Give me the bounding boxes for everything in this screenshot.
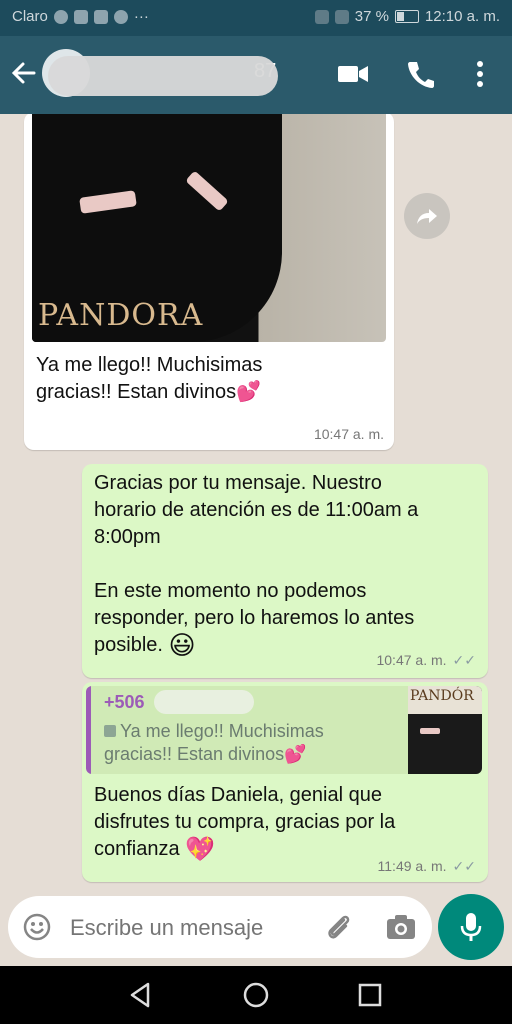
message-text: Gracias por tu mensaje. Nuestro horario … [94,470,418,659]
more-notifications-icon: ··· [133,8,149,25]
message-line: responder, pero lo haremos lo antes [94,607,415,629]
message-composer [8,896,432,958]
arrow-left-icon[interactable] [10,58,38,88]
more-vert-icon[interactable] [466,58,494,90]
message-photo[interactable]: PANDORA [32,114,386,342]
status-left: Claro ··· [12,8,149,25]
battery-icon [394,10,419,23]
signal-icon [334,9,349,24]
battery-percent: 37 % [354,8,389,25]
message-time: 11:49 a. m. ✓✓ [378,858,476,875]
message-line: Ya me llego!! Muchisimas [36,354,263,376]
status-bar: Claro ··· 37 % 12:10 a. m. [0,0,512,36]
time-label: 11:49 a. m. [377,858,447,874]
phone-icon[interactable] [404,58,438,90]
sparkling-heart-emoji: 💖 [185,836,216,864]
message-time: 10:47 a. m. [313,426,384,442]
message-line: Buenos días Daniela, genial que [94,784,382,806]
sender-redaction [154,690,254,714]
contact-name-redaction [48,56,278,96]
chat-area[interactable]: PANDORA Ya me llego!! Muchisimas gracias… [0,114,512,966]
system-nav-bar [0,966,512,1024]
status-right: 37 % 12:10 a. m. [314,8,500,25]
message-time: 10:47 a. m. ✓✓ [376,652,476,669]
microphone-icon [460,913,482,941]
thumb-brand-text: PANDÓR [410,688,474,704]
thumb-ribbon [420,728,440,734]
quote-bar [86,686,91,774]
message-line: disfrutes tu compra, gracias por la [94,811,396,833]
read-ticks-icon: ✓✓ [452,858,476,874]
message-text: Ya me llego!! Muchisimas gracias!! Estan… [36,352,262,406]
message-line: gracias!! Estan divinos [36,381,237,403]
wifi-icon [314,9,329,24]
quoted-thumbnail: PANDÓR [408,686,482,774]
nav-back-icon[interactable] [126,980,156,1010]
gallery-icon [93,9,108,24]
forward-button[interactable] [404,193,450,239]
two-hearts-emoji: 💕 [236,381,262,404]
message-text: Buenos días Daniela, genial que disfrute… [94,782,395,863]
nav-home-icon[interactable] [241,980,271,1010]
photo-brand-text: PANDORA [38,298,204,333]
camera-icon[interactable] [384,910,418,944]
carrier-label: Claro [12,8,48,25]
quoted-text: Ya me llego!! Muchisimas gracias!! Estan… [104,720,324,766]
message-line: En este momento no podemos [94,580,367,602]
incoming-message[interactable]: PANDORA Ya me llego!! Muchisimas gracias… [24,114,394,450]
forward-icon [417,209,437,224]
video-call-icon[interactable] [336,58,370,90]
microphone-button[interactable] [438,894,504,960]
emoji-icon[interactable] [22,912,52,942]
outgoing-message[interactable]: Gracias por tu mensaje. Nuestro horario … [82,464,488,678]
message-line: horario de atención es de 11:00am a [94,499,419,521]
quoted-line: gracias!! Estan divinos [104,744,285,764]
read-ticks-icon: ✓✓ [452,652,476,668]
message-input[interactable] [68,914,312,942]
chat-icon [113,9,128,24]
nav-recents-icon[interactable] [355,980,385,1010]
clock: 12:10 a. m. [424,8,500,25]
smiley-emoji: 😃 [168,630,196,661]
photo-icon [104,725,116,737]
chat-header: 87 [0,36,512,114]
quoted-sender: +506 [104,692,145,712]
outgoing-message[interactable]: +506 Ya me llego!! Muchisimas gracias!! … [82,682,488,882]
message-line: confianza [94,838,180,860]
message-line: Gracias por tu mensaje. Nuestro [94,472,382,494]
time-label: 10:47 a. m. [376,652,447,668]
paperclip-icon[interactable] [322,910,356,944]
shield-icon [53,9,68,24]
quoted-line: Ya me llego!! Muchisimas [120,721,324,741]
missed-call-icon [73,9,88,24]
two-hearts-emoji: 💕 [284,744,307,764]
message-line: posible. [94,634,163,656]
message-line: 8:00pm [94,526,161,548]
message-line [94,551,418,578]
